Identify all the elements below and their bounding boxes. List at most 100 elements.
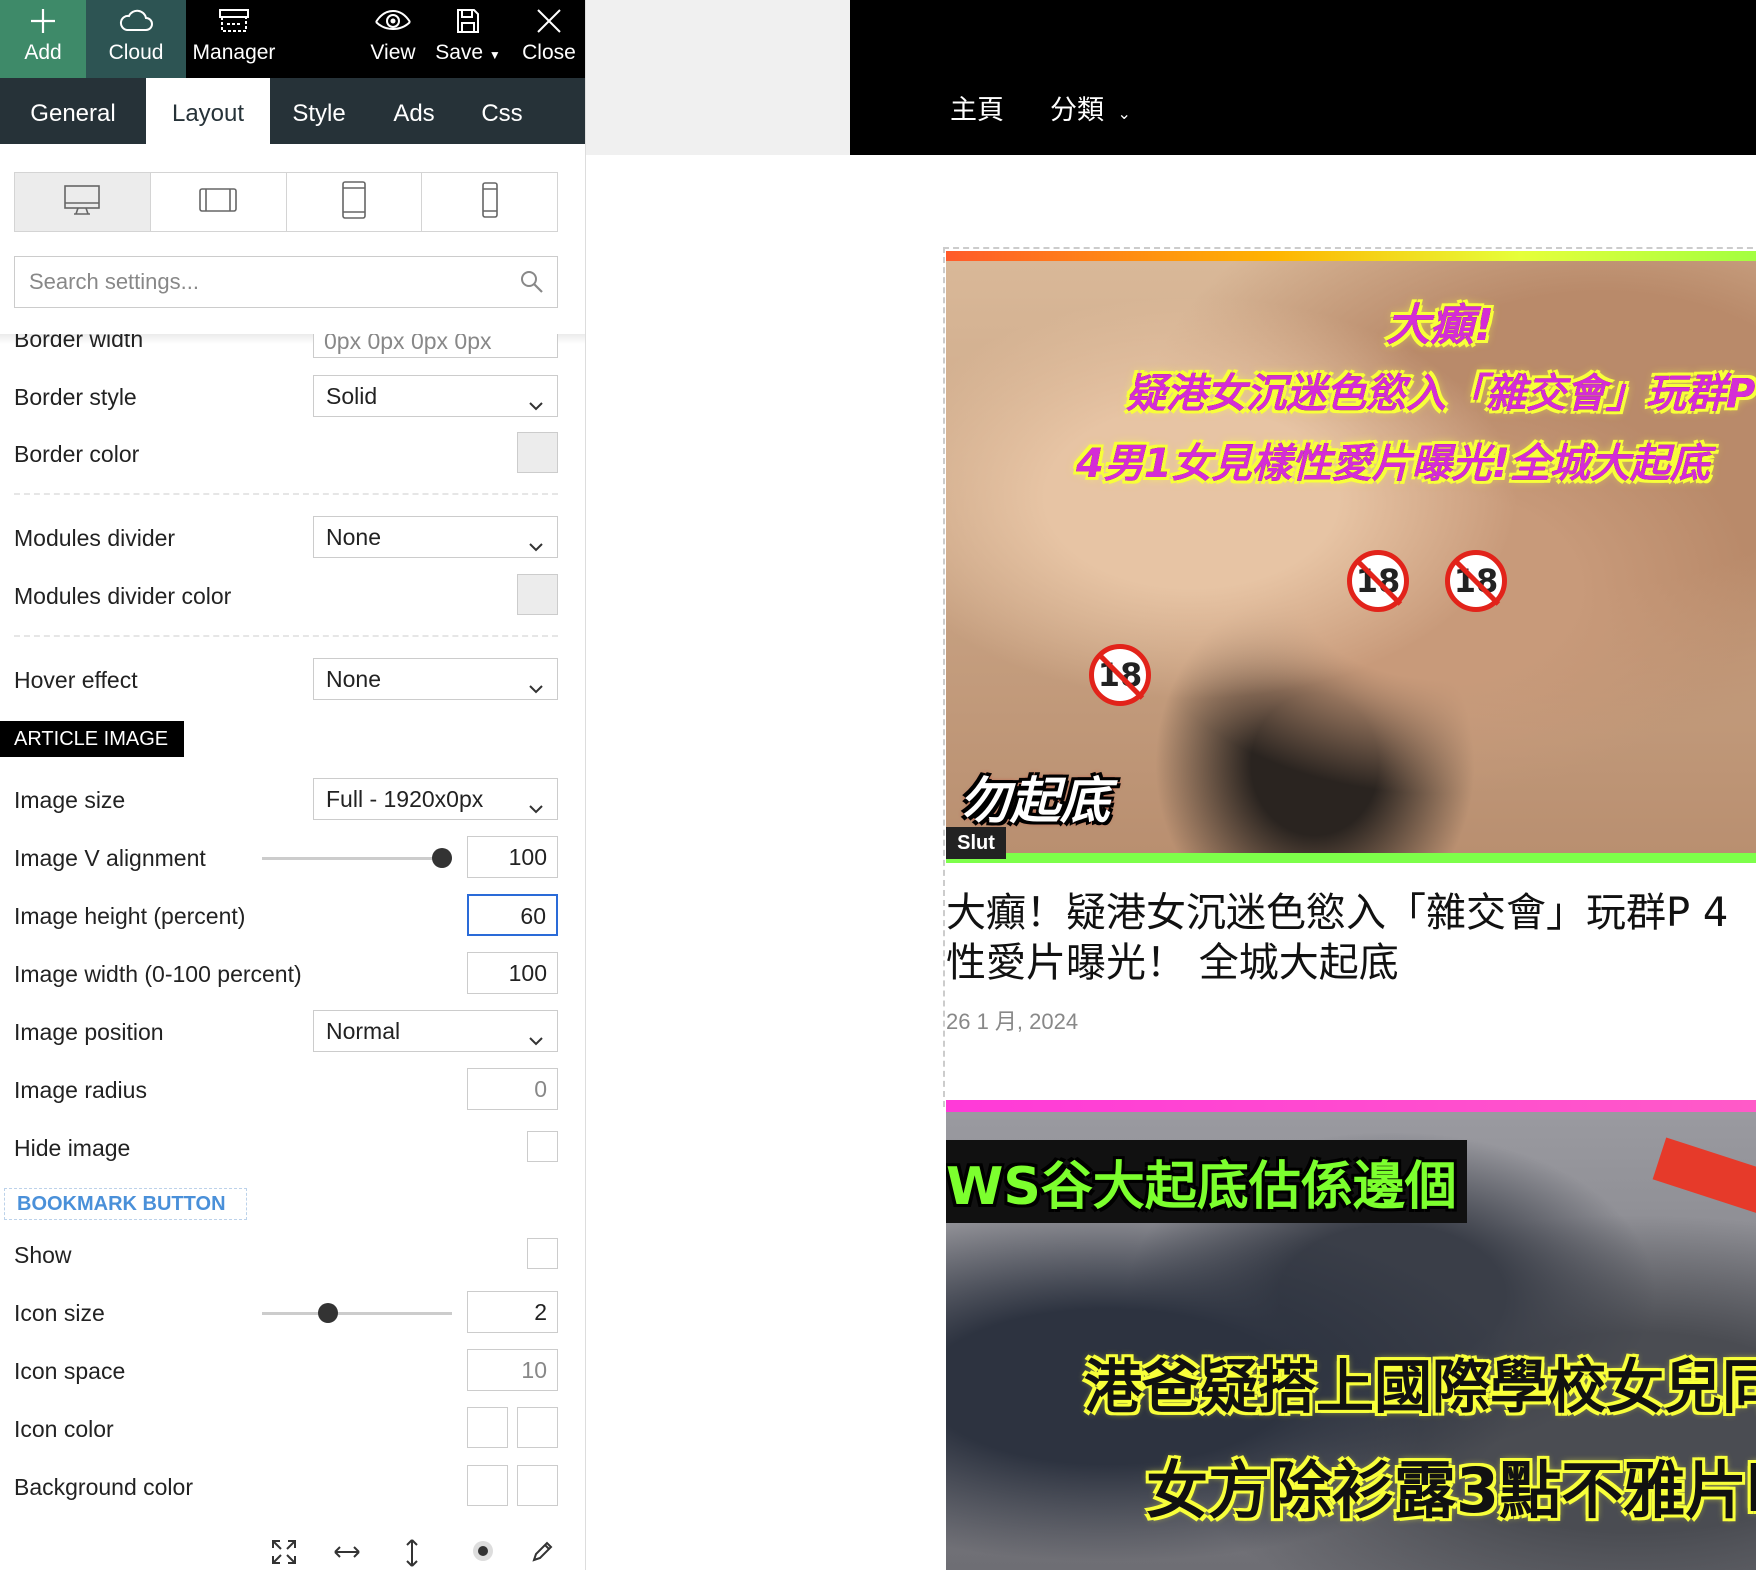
chevron-down-icon: [527, 670, 545, 710]
tablet-portrait-icon: [339, 180, 369, 225]
image-headline-line-2: 疑港女沉迷色慾入「雜交會」玩群P: [1126, 371, 1756, 417]
close-icon: [512, 0, 585, 42]
border-style-label: Border style: [14, 384, 137, 410]
close-label: Close: [522, 41, 576, 64]
icon-size-slider-track[interactable]: [262, 1312, 452, 1315]
horizontal-resize-icon[interactable]: [332, 1538, 362, 1570]
hover-effect-select[interactable]: None: [313, 658, 558, 700]
caret-down-icon: ▼: [488, 48, 501, 62]
hide-image-checkbox[interactable]: [527, 1131, 558, 1162]
nav-categories-link[interactable]: 分類 ⌄: [1050, 88, 1131, 127]
settings-panel: Add Cloud Manager View Save ▼ Close Gene…: [0, 0, 586, 1570]
modules-divider-label: Modules divider: [14, 525, 176, 551]
eyedropper-icon[interactable]: [530, 1538, 556, 1569]
image-position-select[interactable]: Normal: [313, 1010, 558, 1052]
phone-icon: [478, 180, 502, 225]
eye-icon: [360, 0, 426, 42]
manager-button[interactable]: Manager: [186, 0, 282, 78]
image-size-select[interactable]: Full - 1920x0px: [313, 778, 558, 820]
icon-size-slider-thumb[interactable]: [318, 1303, 338, 1323]
search-settings-box: [14, 256, 558, 308]
border-color-swatch[interactable]: [517, 432, 558, 473]
image-height-input[interactable]: 60: [467, 894, 558, 936]
view-button[interactable]: View: [360, 0, 426, 78]
manager-label: Manager: [192, 41, 276, 64]
show-label: Show: [14, 1242, 72, 1268]
modules-divider-select[interactable]: None: [313, 516, 558, 558]
modules-divider-color-label: Modules divider color: [14, 583, 232, 609]
image-v-alignment-slider-track[interactable]: [262, 857, 452, 860]
image-width-input[interactable]: 100: [467, 952, 558, 994]
icon-color-label: Icon color: [14, 1416, 114, 1442]
view-label: View: [370, 41, 416, 64]
nav-home-link[interactable]: 主頁: [950, 88, 1004, 127]
tablet-landscape-icon: [198, 185, 238, 220]
phone-view-button[interactable]: [422, 173, 557, 231]
save-label: Save ▼: [435, 41, 501, 64]
border-style-select[interactable]: Solid: [313, 375, 558, 417]
desktop-icon: [62, 182, 102, 223]
category-tag[interactable]: Slut: [946, 827, 1006, 859]
border-style-value: Solid: [326, 383, 378, 409]
section-divider: [14, 635, 558, 637]
tab-ads[interactable]: Ads: [368, 78, 460, 144]
icon-space-input[interactable]: 10: [467, 1349, 558, 1391]
modules-divider-value: None: [326, 524, 381, 550]
close-button[interactable]: Close: [512, 0, 585, 78]
add-button[interactable]: Add: [0, 0, 86, 78]
image-size-value: Full - 1920x0px: [326, 786, 484, 812]
image-v-alignment-label: Image V alignment: [14, 845, 206, 871]
age-restriction-icon: 18: [1347, 550, 1409, 612]
chevron-down-icon: [527, 1022, 545, 1062]
chevron-down-icon: ⌄: [1117, 106, 1131, 123]
image-headline-line-3: 女方除衫露3點不雅片曝光!: [1146, 1454, 1756, 1527]
age-restriction-icon: 18: [1445, 550, 1507, 612]
tablet-portrait-view-button[interactable]: [287, 173, 423, 231]
background-color-swatch[interactable]: [467, 1465, 508, 1506]
image-v-alignment-input[interactable]: 100: [467, 836, 558, 878]
icon-color-hover-swatch[interactable]: [517, 1407, 558, 1448]
image-position-value: Normal: [326, 1018, 401, 1044]
vertical-resize-icon[interactable]: [402, 1538, 422, 1570]
icon-color-swatch[interactable]: [467, 1407, 508, 1448]
site-navigation: 主頁 分類 ⌄: [850, 0, 1756, 155]
chevron-down-icon: [527, 790, 545, 830]
image-radius-label: Image radius: [14, 1077, 147, 1103]
border-width-input[interactable]: 0px 0px 0px 0px: [313, 334, 558, 358]
nav-categories-label: 分類: [1050, 95, 1104, 125]
article-image[interactable]: 大癲! 疑港女沉迷色慾入「雜交會」玩群P 4男1女見樣性愛片曝光!全城大起底 1…: [946, 251, 1756, 863]
search-icon[interactable]: [519, 269, 545, 300]
image-sticker: 勿起底: [960, 772, 1110, 830]
hover-effect-value: None: [326, 666, 381, 692]
image-headline-line-1: 大癲!: [1386, 300, 1495, 351]
fullscreen-icon[interactable]: [270, 1538, 298, 1570]
image-radius-input[interactable]: 0: [467, 1068, 558, 1110]
add-label: Add: [24, 41, 62, 64]
bottom-toolbar: [262, 1538, 562, 1570]
article-image[interactable]: WS谷大起底估係邊個 港爸疑搭上國際學校女兒同學家 女方除衫露3點不雅片曝光!: [946, 1100, 1756, 1570]
modules-divider-color-swatch[interactable]: [517, 574, 558, 615]
image-size-label: Image size: [14, 787, 126, 813]
show-checkbox[interactable]: [527, 1238, 558, 1269]
icon-space-label: Icon space: [14, 1358, 126, 1384]
background-color-hover-swatch[interactable]: [517, 1465, 558, 1506]
image-headline-line-1: WS谷大起底估係邊個: [946, 1140, 1467, 1223]
desktop-view-button[interactable]: [15, 173, 151, 231]
icon-size-input[interactable]: 2: [467, 1291, 558, 1333]
border-color-label: Border color: [14, 441, 140, 467]
tab-style[interactable]: Style: [270, 78, 368, 144]
tab-layout[interactable]: Layout: [146, 78, 270, 144]
cloud-icon: [86, 0, 186, 42]
image-v-alignment-slider-thumb[interactable]: [432, 848, 452, 868]
image-position-label: Image position: [14, 1019, 164, 1045]
dot-icon[interactable]: [470, 1538, 496, 1569]
save-button[interactable]: Save ▼: [432, 0, 504, 78]
icon-size-label: Icon size: [14, 1300, 105, 1326]
cloud-button[interactable]: Cloud: [86, 0, 186, 78]
tablet-landscape-view-button[interactable]: [151, 173, 287, 231]
article-title-link[interactable]: 大癲！疑港女沉迷色慾入「雜交會」玩群P 4 性愛片曝光！ 全城大起底: [946, 888, 1756, 988]
tab-general[interactable]: General: [0, 78, 146, 144]
search-settings-input[interactable]: [15, 257, 485, 307]
tab-css[interactable]: Css: [460, 78, 544, 144]
preview-background: [586, 0, 850, 155]
